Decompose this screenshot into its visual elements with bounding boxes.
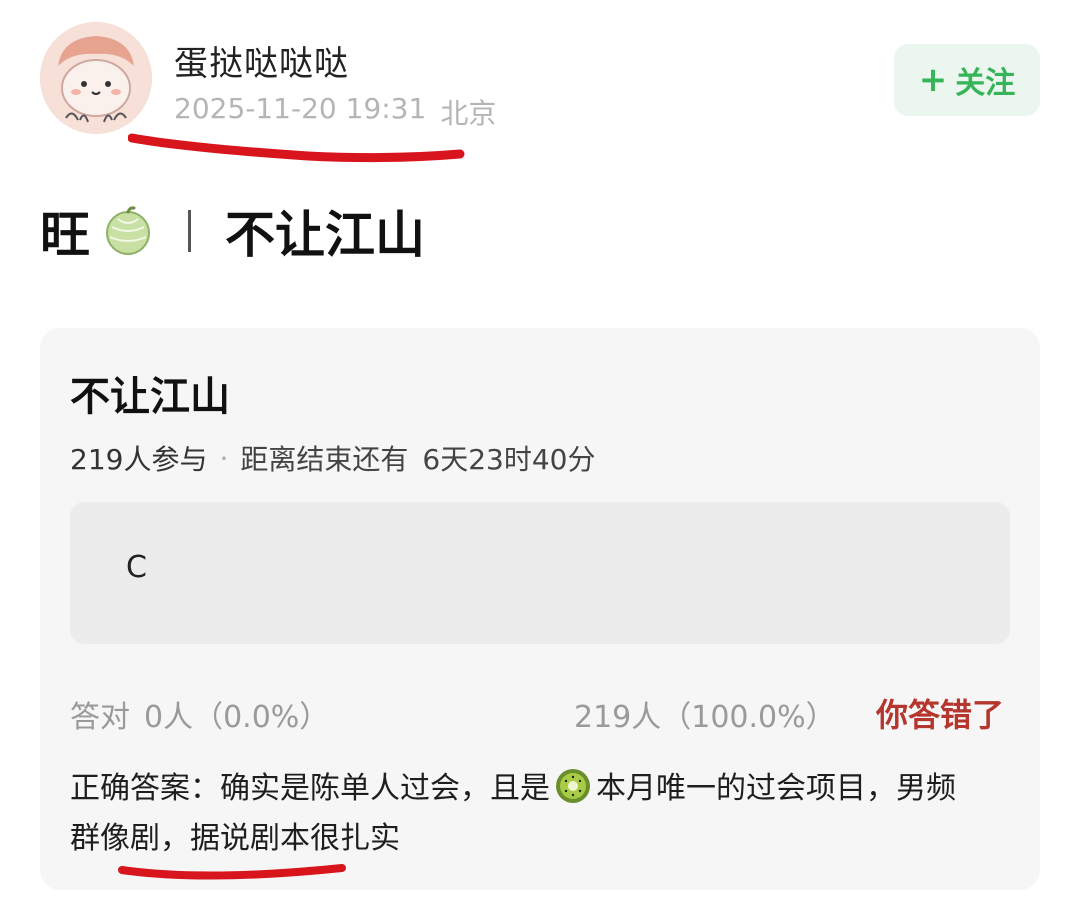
post-timestamp: 2025-11-20 19:31 [174, 92, 427, 125]
option-label: C [126, 550, 147, 585]
plus-icon: + [918, 60, 948, 100]
quiz-remaining-time: 6天23时40分 [422, 443, 596, 476]
kiwi-icon [556, 769, 590, 803]
avatar-illustration [40, 22, 152, 134]
post-location: 北京 [440, 97, 497, 130]
melon-icon [106, 206, 150, 255]
follow-label: 关注 [955, 66, 1016, 101]
post-meta: 2025-11-20 19:31 北京 [174, 92, 496, 132]
correct-answer-text: 正确答案：确实是陈单人过会，且是 本月唯一的过会项目，男频群像剧，据说剧本很扎实 [70, 764, 970, 864]
quiz-participants: 219人参与 [70, 443, 208, 476]
stats-dot: · [219, 441, 229, 475]
follow-button[interactable]: + 关注 [894, 44, 1040, 116]
wrong-count: 219人（100.0%） [574, 700, 836, 735]
quiz-title: 不让江山 [70, 374, 230, 420]
wrong-notice: 你答错了 [876, 696, 1005, 734]
post-title-prefix: 旺 [40, 206, 90, 264]
quiz-stats: 219人参与 · 距离结束还有 6天23时40分 [70, 438, 595, 478]
correct-count: 0人（0.0%） [144, 700, 330, 735]
quiz-card: 不让江山 219人参与 · 距离结束还有 6天23时40分 C 答对 0人（0.… [40, 328, 1040, 890]
user-avatar[interactable] [40, 22, 152, 134]
correct-label: 答对 [70, 700, 130, 735]
title-separator [188, 210, 191, 252]
quiz-option-c[interactable]: C [70, 502, 1010, 644]
post-title: 旺 不让江山 [40, 196, 425, 266]
correct-result: 答对 0人（0.0%） [70, 692, 329, 736]
answer-part1: 正确答案：确实是陈单人过会，且是 [70, 771, 550, 806]
username[interactable]: 蛋挞哒哒哒 [174, 36, 349, 85]
post-title-text: 不让江山 [225, 206, 425, 264]
quiz-remaining-label: 距离结束还有 [240, 443, 409, 476]
